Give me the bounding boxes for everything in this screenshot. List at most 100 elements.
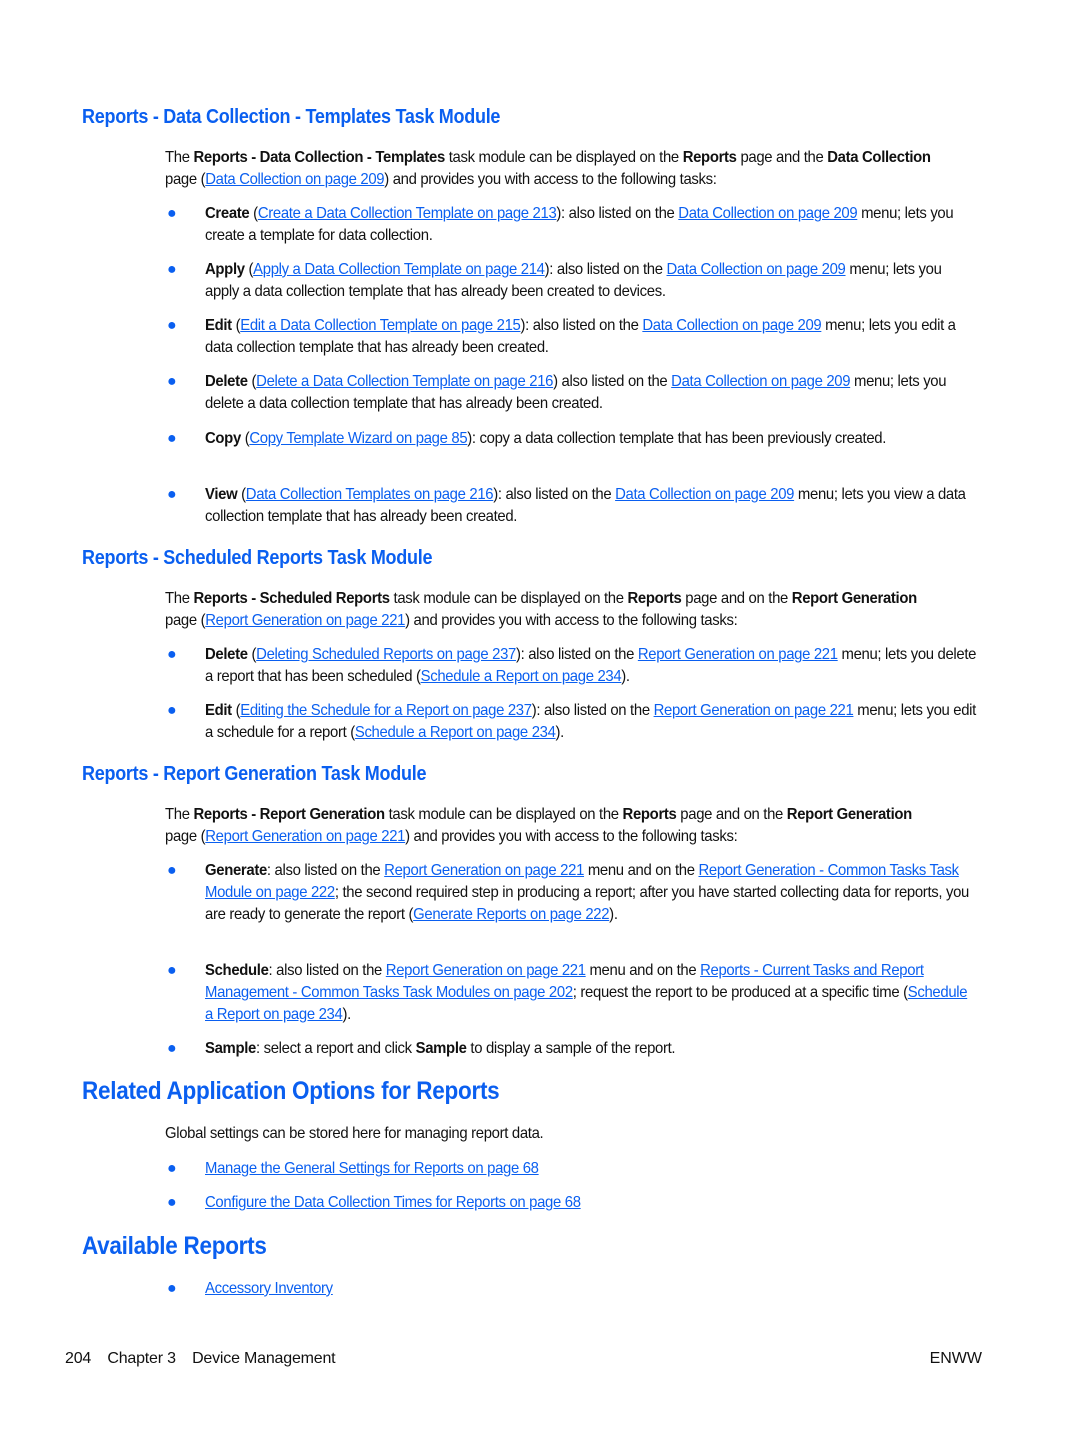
related-intro: Global settings can be stored here for m… <box>165 1125 544 1142</box>
text: page ( <box>165 828 206 845</box>
text: task module can be displayed on the <box>389 590 628 607</box>
text: page and the <box>736 149 828 166</box>
bold-term: Reports <box>627 590 682 607</box>
list-item-related-link: Manage the General Settings for Reports … <box>205 1158 977 1180</box>
link-report-generation[interactable]: Report Generation on page 221 <box>384 862 584 879</box>
list-item-edit: Edit (Edit a Data Collection Template on… <box>205 315 977 359</box>
link-accessory-inventory[interactable]: Accessory Inventory <box>205 1280 333 1297</box>
list-item-create: Create (Create a Data Collection Templat… <box>205 203 977 247</box>
link-editing-schedule[interactable]: Editing the Schedule for a Report on pag… <box>240 702 532 719</box>
item-label: Apply <box>205 261 245 278</box>
item-label: Sample <box>205 1040 256 1057</box>
link-schedule-a-report[interactable]: Schedule a Report on page 234 <box>355 724 556 741</box>
text: ). <box>342 1006 351 1023</box>
text: The <box>165 149 194 166</box>
text: : select a report and click <box>255 1040 416 1057</box>
heading-related-application-options: Related Application Options for Reports <box>82 1077 500 1105</box>
item-label: Delete <box>205 646 248 663</box>
heading-report-generation-task-module: Reports - Report Generation Task Module <box>82 763 427 785</box>
item-label: Edit <box>205 702 232 719</box>
text: ( <box>237 486 246 503</box>
scheduled-intro: The Reports - Scheduled Reports task mod… <box>165 588 937 632</box>
bold-term: Report Generation <box>786 806 912 823</box>
bullet-icon: ● <box>167 1280 177 1297</box>
bullet-icon: ● <box>167 261 177 278</box>
document-page: Reports - Data Collection - Templates Ta… <box>0 0 1080 1437</box>
text: The <box>165 590 194 607</box>
bullet-icon: ● <box>167 205 177 222</box>
bullet-icon: ● <box>167 862 177 879</box>
link-data-collection-templates[interactable]: Data Collection Templates on page 216 <box>246 486 494 503</box>
bullet-icon: ● <box>167 646 177 663</box>
link-generate-reports[interactable]: Generate Reports on page 222 <box>413 906 609 923</box>
bullet-icon: ● <box>167 1160 177 1177</box>
heading-available-reports: Available Reports <box>82 1232 267 1260</box>
text: task module can be displayed on the <box>444 149 683 166</box>
text: ): also listed on the <box>544 261 667 278</box>
text: ( <box>231 702 241 719</box>
text: ( <box>244 261 254 278</box>
link-report-generation[interactable]: Report Generation on page 221 <box>205 612 405 629</box>
text: ) and provides you with access to the fo… <box>405 828 738 845</box>
link-configure-data-collection-times[interactable]: Configure the Data Collection Times for … <box>205 1194 581 1211</box>
text: ) and provides you with access to the fo… <box>405 612 738 629</box>
item-label: Delete <box>205 373 248 390</box>
text: menu and on the <box>584 862 699 879</box>
link-manage-general-settings[interactable]: Manage the General Settings for Reports … <box>205 1160 539 1177</box>
bullet-icon: ● <box>167 1194 177 1211</box>
bold-term: Report Generation <box>791 590 917 607</box>
link-report-generation[interactable]: Report Generation on page 221 <box>638 646 838 663</box>
text: ): also listed on the <box>531 702 654 719</box>
link-edit-template[interactable]: Edit a Data Collection Template on page … <box>240 317 521 334</box>
item-label: View <box>205 486 238 503</box>
item-label: Generate <box>205 862 267 879</box>
link-schedule-a-report[interactable]: Schedule a Report on page 234 <box>421 668 622 685</box>
text: ): also listed on the <box>515 646 638 663</box>
item-label: Edit <box>205 317 232 334</box>
list-item-view: View (Data Collection Templates on page … <box>205 484 977 528</box>
text: ( <box>247 373 257 390</box>
bullet-icon: ● <box>167 317 177 334</box>
bold-term: Reports - Scheduled Reports <box>193 590 390 607</box>
link-delete-template[interactable]: Delete a Data Collection Template on pag… <box>256 373 553 390</box>
list-item-schedule: Schedule: also listed on the Report Gene… <box>205 960 977 1026</box>
link-data-collection[interactable]: Data Collection on page 209 <box>205 171 384 188</box>
list-item-delete: Delete (Delete a Data Collection Templat… <box>205 371 977 415</box>
bullet-icon: ● <box>167 486 177 503</box>
link-report-generation[interactable]: Report Generation on page 221 <box>205 828 405 845</box>
link-data-collection[interactable]: Data Collection on page 209 <box>671 373 850 390</box>
text: page and on the <box>681 590 792 607</box>
list-item-edit-scheduled: Edit (Editing the Schedule for a Report … <box>205 700 977 744</box>
bullet-icon: ● <box>167 962 177 979</box>
text: : also listed on the <box>268 962 386 979</box>
bullet-icon: ● <box>167 430 177 447</box>
link-data-collection[interactable]: Data Collection on page 209 <box>642 317 821 334</box>
text: ) and provides you with access to the fo… <box>384 171 717 188</box>
link-data-collection[interactable]: Data Collection on page 209 <box>667 261 846 278</box>
chapter-title: Device Management <box>192 1350 336 1367</box>
bold-term: Reports - Report Generation <box>193 806 385 823</box>
link-data-collection[interactable]: Data Collection on page 209 <box>615 486 794 503</box>
bold-term: Reports <box>682 149 737 166</box>
list-item-related-link: Configure the Data Collection Times for … <box>205 1192 977 1214</box>
link-report-generation[interactable]: Report Generation on page 221 <box>386 962 586 979</box>
heading-templates-task-module: Reports - Data Collection - Templates Ta… <box>82 106 501 128</box>
list-item-generate: Generate: also listed on the Report Gene… <box>205 860 977 926</box>
text: task module can be displayed on the <box>384 806 623 823</box>
text: ): copy a data collection template that … <box>467 430 887 447</box>
bold-term: Reports - Data Collection - Templates <box>193 149 445 166</box>
text: menu and on the <box>585 962 701 979</box>
text: ( <box>249 205 258 222</box>
link-create-template[interactable]: Create a Data Collection Template on pag… <box>258 205 557 222</box>
link-data-collection[interactable]: Data Collection on page 209 <box>678 205 857 222</box>
text: ): also listed on the <box>520 317 643 334</box>
list-item-delete-scheduled: Delete (Deleting Scheduled Reports on pa… <box>205 644 977 688</box>
text: ( <box>247 646 257 663</box>
text: page and on the <box>676 806 787 823</box>
link-report-generation[interactable]: Report Generation on page 221 <box>654 702 854 719</box>
text: page ( <box>165 171 206 188</box>
link-copy-template-wizard[interactable]: Copy Template Wizard on page 85 <box>249 430 467 447</box>
page-number: 204 <box>65 1350 92 1367</box>
link-deleting-scheduled-reports[interactable]: Deleting Scheduled Reports on page 237 <box>256 646 516 663</box>
link-apply-template[interactable]: Apply a Data Collection Template on page… <box>253 261 545 278</box>
